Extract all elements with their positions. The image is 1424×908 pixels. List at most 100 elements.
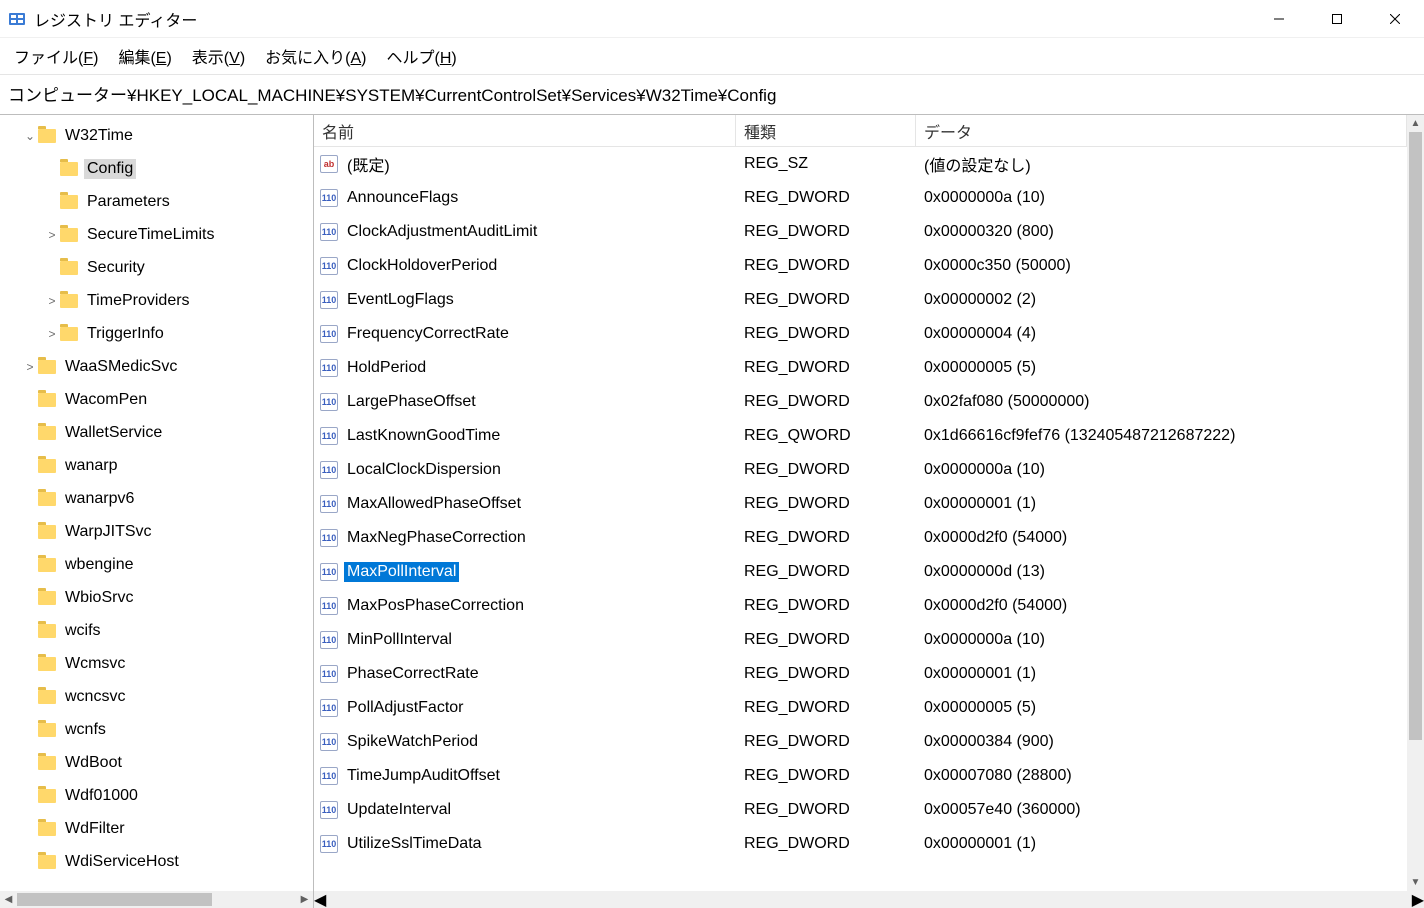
scroll-right-icon[interactable]: ▶ (296, 891, 313, 908)
tree-item[interactable]: >TimeProviders (0, 284, 313, 317)
chevron-right-icon[interactable]: > (44, 294, 60, 308)
value-row[interactable]: 110MaxPollIntervalREG_DWORD0x0000000d (1… (314, 555, 1424, 589)
tree-item[interactable]: >Security (0, 251, 313, 284)
value-row[interactable]: 110ClockHoldoverPeriodREG_DWORD0x0000c35… (314, 249, 1424, 283)
tree-item[interactable]: >WbioSrvc (0, 581, 313, 614)
tree-item[interactable]: >Wdf01000 (0, 779, 313, 812)
value-row[interactable]: 110MinPollIntervalREG_DWORD0x0000000a (1… (314, 623, 1424, 657)
tree-item-label: Config (84, 159, 136, 179)
values-list[interactable]: ab(既定)REG_SZ(値の設定なし)110AnnounceFlagsREG_… (314, 147, 1424, 891)
value-row[interactable]: 110FrequencyCorrectRateREG_DWORD0x000000… (314, 317, 1424, 351)
value-row[interactable]: 110SpikeWatchPeriodREG_DWORD0x00000384 (… (314, 725, 1424, 759)
value-row[interactable]: 110MaxPosPhaseCorrectionREG_DWORD0x0000d… (314, 589, 1424, 623)
value-row[interactable]: ab(既定)REG_SZ(値の設定なし) (314, 147, 1424, 181)
tree-item[interactable]: >WacomPen (0, 383, 313, 416)
value-row[interactable]: 110MaxNegPhaseCorrectionREG_DWORD0x0000d… (314, 521, 1424, 555)
folder-icon (38, 393, 56, 407)
tree-item[interactable]: >wanarp (0, 449, 313, 482)
address-bar[interactable]: コンピューター¥HKEY_LOCAL_MACHINE¥SYSTEM¥Curren… (0, 75, 1424, 115)
tree-item[interactable]: >wcncsvc (0, 680, 313, 713)
scroll-left-icon[interactable]: ◀ (314, 890, 326, 908)
binary-value-icon: 110 (320, 257, 338, 275)
value-row[interactable]: 110LastKnownGoodTimeREG_QWORD0x1d66616cf… (314, 419, 1424, 453)
folder-icon (38, 426, 56, 440)
tree-item[interactable]: >SecureTimeLimits (0, 218, 313, 251)
menu-file[interactable]: ファイル(F) (8, 42, 104, 70)
value-row[interactable]: 110HoldPeriodREG_DWORD0x00000005 (5) (314, 351, 1424, 385)
binary-value-icon: 110 (320, 665, 338, 683)
value-data: 0x02faf080 (50000000) (916, 393, 1424, 411)
value-row[interactable]: 110PollAdjustFactorREG_DWORD0x00000005 (… (314, 691, 1424, 725)
close-button[interactable] (1366, 0, 1424, 38)
tree-item[interactable]: >WdFilter (0, 812, 313, 845)
tree-item[interactable]: >Parameters (0, 185, 313, 218)
value-name: LocalClockDispersion (344, 460, 504, 480)
tree-item[interactable]: >wcifs (0, 614, 313, 647)
tree-item[interactable]: >Config (0, 152, 313, 185)
column-name[interactable]: 名前 (314, 115, 736, 146)
chevron-right-icon[interactable]: > (44, 228, 60, 242)
scroll-down-icon[interactable]: ▼ (1407, 874, 1424, 891)
value-name: FrequencyCorrectRate (344, 324, 512, 344)
tree-hscrollbar[interactable]: ◀ ▶ (0, 891, 313, 908)
tree-item[interactable]: >WarpJITSvc (0, 515, 313, 548)
tree-item[interactable]: >wbengine (0, 548, 313, 581)
scroll-up-icon[interactable]: ▲ (1407, 115, 1424, 132)
value-row[interactable]: 110AnnounceFlagsREG_DWORD0x0000000a (10) (314, 181, 1424, 215)
scroll-right-icon[interactable]: ▶ (1412, 890, 1424, 908)
tree-item[interactable]: ⌄W32Time (0, 119, 313, 152)
value-row[interactable]: 110UtilizeSslTimeDataREG_DWORD0x00000001… (314, 827, 1424, 861)
value-name: TimeJumpAuditOffset (344, 766, 503, 786)
tree-item-label: Wdf01000 (62, 786, 141, 806)
tree-item[interactable]: >wanarpv6 (0, 482, 313, 515)
value-row[interactable]: 110LocalClockDispersionREG_DWORD0x000000… (314, 453, 1424, 487)
tree-item[interactable]: >WaaSMedicSvc (0, 350, 313, 383)
value-data: 0x0000d2f0 (54000) (916, 529, 1424, 547)
folder-icon (60, 195, 78, 209)
tree-item[interactable]: >Wcmsvc (0, 647, 313, 680)
value-row[interactable]: 110MaxAllowedPhaseOffsetREG_DWORD0x00000… (314, 487, 1424, 521)
tree-item-label: WarpJITSvc (62, 522, 155, 542)
window-title: レジストリ エディター (34, 7, 197, 31)
value-type: REG_DWORD (736, 801, 916, 819)
value-row[interactable]: 110ClockAdjustmentAuditLimitREG_DWORD0x0… (314, 215, 1424, 249)
tree-item[interactable]: >WdBoot (0, 746, 313, 779)
folder-icon (38, 690, 56, 704)
menu-favorites[interactable]: お気に入り(A) (259, 42, 372, 70)
tree-item[interactable]: >wcnfs (0, 713, 313, 746)
chevron-down-icon[interactable]: ⌄ (22, 129, 38, 143)
tree-item[interactable]: >WalletService (0, 416, 313, 449)
regedit-icon (8, 10, 26, 28)
tree-item[interactable]: >TriggerInfo (0, 317, 313, 350)
folder-icon (38, 525, 56, 539)
menu-view[interactable]: 表示(V) (186, 42, 251, 70)
menu-edit[interactable]: 編集(E) (112, 42, 177, 70)
list-hscrollbar[interactable]: ◀ ▶ (314, 891, 1424, 908)
scroll-left-icon[interactable]: ◀ (0, 891, 17, 908)
binary-value-icon: 110 (320, 393, 338, 411)
registry-tree[interactable]: ⌄W32Time>Config>Parameters>SecureTimeLim… (0, 115, 313, 878)
column-type[interactable]: 種類 (736, 115, 916, 146)
minimize-button[interactable] (1250, 0, 1308, 38)
value-type: REG_DWORD (736, 699, 916, 717)
folder-icon (38, 459, 56, 473)
column-data[interactable]: データ (916, 115, 1407, 146)
menu-help[interactable]: ヘルプ(H) (380, 42, 462, 70)
value-row[interactable]: 110TimeJumpAuditOffsetREG_DWORD0x0000708… (314, 759, 1424, 793)
value-name: MaxAllowedPhaseOffset (344, 494, 524, 514)
tree-item[interactable]: >WdiServiceHost (0, 845, 313, 878)
folder-icon (60, 261, 78, 275)
folder-icon (60, 294, 78, 308)
maximize-button[interactable] (1308, 0, 1366, 38)
chevron-right-icon[interactable]: > (44, 327, 60, 341)
value-row[interactable]: 110UpdateIntervalREG_DWORD0x00057e40 (36… (314, 793, 1424, 827)
value-row[interactable]: 110LargePhaseOffsetREG_DWORD0x02faf080 (… (314, 385, 1424, 419)
tree-item-label: WalletService (62, 423, 165, 443)
value-row[interactable]: 110EventLogFlagsREG_DWORD0x00000002 (2) (314, 283, 1424, 317)
value-data: 0x1d66616cf9fef76 (132405487212687222) (916, 427, 1424, 445)
folder-icon (38, 624, 56, 638)
value-row[interactable]: 110PhaseCorrectRateREG_DWORD0x00000001 (… (314, 657, 1424, 691)
list-vscrollbar[interactable]: ▲ ▼ (1407, 115, 1424, 891)
value-type: REG_DWORD (736, 665, 916, 683)
chevron-right-icon[interactable]: > (22, 360, 38, 374)
